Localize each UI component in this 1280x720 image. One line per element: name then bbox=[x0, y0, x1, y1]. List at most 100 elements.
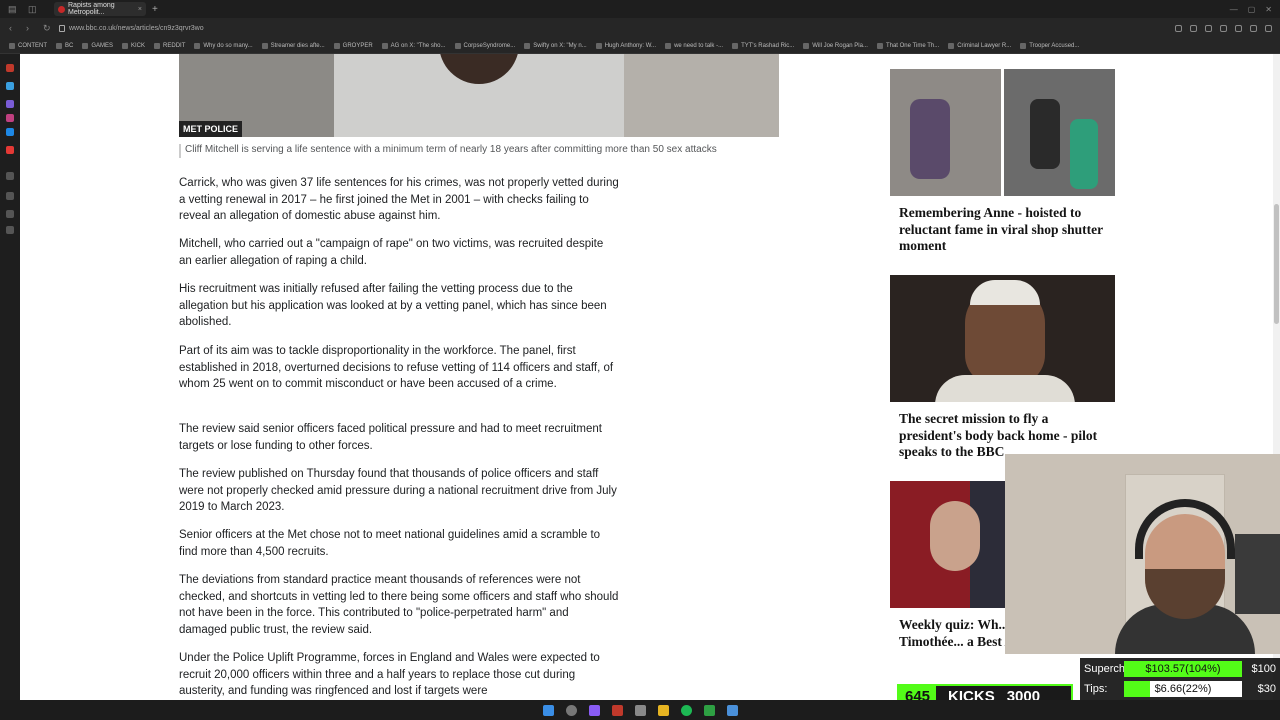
menu-icon[interactable] bbox=[1265, 24, 1272, 32]
bookmark-item[interactable]: REDDIT bbox=[154, 42, 186, 49]
sidebar-app-icon[interactable] bbox=[6, 114, 14, 122]
bookmark-label: BC bbox=[65, 42, 74, 49]
bookmark-favicon-icon bbox=[122, 42, 129, 49]
webcam-overlay bbox=[1005, 454, 1280, 654]
scrollbar-thumb[interactable] bbox=[1274, 204, 1279, 324]
bookmark-favicon-icon bbox=[381, 42, 388, 49]
bookmark-item[interactable]: Streamer dies afte... bbox=[261, 42, 325, 49]
bookmark-label: GAMES bbox=[91, 42, 114, 49]
url-field[interactable]: www.bbc.co.uk/news/articles/cn9z3qrvr3wo bbox=[59, 24, 204, 32]
article-paragraph: The review published on Thursday found t… bbox=[179, 468, 617, 513]
bookmark-item[interactable]: Trooper Accused... bbox=[1020, 42, 1080, 49]
sidebar-app-icon[interactable] bbox=[6, 172, 14, 180]
related-story-title[interactable]: Remembering Anne - hoisted to reluctant … bbox=[890, 196, 1115, 255]
bookmark-item[interactable]: Criminal Lawyer R... bbox=[948, 42, 1011, 49]
sidebar-app-icon[interactable] bbox=[6, 226, 14, 234]
close-window-icon[interactable]: ✕ bbox=[1265, 5, 1272, 14]
close-tab-icon[interactable]: × bbox=[138, 6, 142, 13]
bookmark-favicon-icon bbox=[154, 42, 161, 49]
maximize-icon[interactable]: ▢ bbox=[1248, 5, 1256, 14]
bookmark-item[interactable]: GAMES bbox=[82, 42, 114, 49]
file-explorer-icon[interactable] bbox=[657, 704, 669, 716]
reload-icon[interactable]: ↻ bbox=[43, 23, 51, 34]
bookmark-item[interactable]: CorpseSyndrome... bbox=[454, 42, 515, 49]
forward-icon[interactable]: › bbox=[26, 23, 34, 33]
app-icon[interactable] bbox=[703, 704, 715, 716]
bookmark-favicon-icon bbox=[595, 42, 602, 49]
bookmark-label: GROYPER bbox=[342, 42, 373, 49]
new-tab-icon[interactable]: + bbox=[152, 4, 158, 15]
bookmark-item[interactable]: Why do so many... bbox=[194, 42, 253, 49]
goal-row: Superchats: $103.57(104%) $100 bbox=[1080, 660, 1280, 678]
bookmark-favicon-icon bbox=[1020, 42, 1027, 49]
bookmark-favicon-icon bbox=[665, 42, 672, 49]
address-bar: ‹ › ↻ www.bbc.co.uk/news/articles/cn9z3q… bbox=[0, 18, 1280, 38]
sidebar-app-icon[interactable] bbox=[6, 64, 14, 72]
tab-list-icon[interactable]: ◫ bbox=[28, 4, 40, 14]
related-story-image bbox=[890, 69, 1115, 196]
bookmark-item[interactable]: we need to talk -... bbox=[665, 42, 724, 49]
bookmark-item[interactable]: Will Joe Rogan Pla... bbox=[803, 42, 868, 49]
windows-start-icon[interactable] bbox=[542, 704, 554, 716]
screenshot-icon[interactable] bbox=[1205, 24, 1212, 32]
bookmark-favicon-icon bbox=[9, 42, 15, 49]
bookmark-label: Hugh Anthony: W... bbox=[604, 42, 657, 49]
sidebar-app-icon[interactable] bbox=[6, 128, 14, 136]
extensions-icon[interactable] bbox=[1235, 24, 1242, 32]
bookmark-favicon-icon bbox=[876, 42, 883, 49]
article-paragraph: The review said senior officers faced po… bbox=[179, 423, 602, 452]
bookmark-item[interactable]: TYT's Rashad Ric... bbox=[732, 42, 795, 49]
search-icon[interactable] bbox=[565, 704, 577, 716]
article-image: MET POLICE bbox=[179, 54, 779, 137]
goal-row: Tips: $6.66(22%) $30 bbox=[1080, 680, 1280, 698]
sidebar-app-icon[interactable] bbox=[6, 82, 14, 90]
bookmark-item[interactable]: GROYPER bbox=[333, 42, 373, 49]
app-icon[interactable] bbox=[611, 704, 623, 716]
spotify-icon[interactable] bbox=[680, 704, 692, 716]
goal-label: Superchats: bbox=[1084, 663, 1143, 675]
browser-app-icon[interactable] bbox=[588, 704, 600, 716]
download-icon[interactable] bbox=[1250, 24, 1257, 32]
sidebar-app-icon[interactable] bbox=[6, 192, 14, 200]
related-story-image bbox=[890, 275, 1115, 402]
article-paragraph: His recruitment was initially refused af… bbox=[179, 283, 607, 328]
reader-icon[interactable] bbox=[1175, 24, 1182, 32]
sidebar-app-icon[interactable] bbox=[6, 146, 14, 154]
goal-label: Tips: bbox=[1084, 683, 1108, 695]
bookmark-item[interactable]: AG on X: "The sho... bbox=[381, 42, 446, 49]
browser-sidebar bbox=[0, 54, 20, 700]
active-tab[interactable]: Rapists among Metropolit... × bbox=[54, 2, 146, 16]
bookmark-item[interactable]: Swifty on X: "My n... bbox=[524, 42, 587, 49]
related-story-card[interactable]: The secret mission to fly a president's … bbox=[890, 275, 1115, 461]
url-text: www.bbc.co.uk/news/articles/cn9z3qrvr3wo bbox=[69, 24, 204, 32]
back-icon[interactable]: ‹ bbox=[9, 23, 17, 33]
bookmark-label: TYT's Rashad Ric... bbox=[741, 42, 795, 49]
goal-value: $6.66(22%) bbox=[1154, 683, 1212, 695]
bookmark-label: we need to talk -... bbox=[674, 42, 724, 49]
bookmark-item[interactable]: CONTENT bbox=[9, 42, 47, 49]
bookmark-icon[interactable] bbox=[1220, 24, 1227, 32]
zoom-icon[interactable] bbox=[1190, 24, 1197, 32]
bookmark-label: REDDIT bbox=[163, 42, 186, 49]
minimize-icon[interactable]: — bbox=[1230, 5, 1238, 14]
article-paragraph: Mitchell, who carried out a "campaign of… bbox=[179, 238, 604, 267]
bookmark-favicon-icon bbox=[333, 42, 340, 49]
bookmark-label: KICK bbox=[131, 42, 146, 49]
bookmark-favicon-icon bbox=[948, 42, 955, 49]
bookmark-item[interactable]: That One Time Th... bbox=[876, 42, 939, 49]
steam-icon[interactable] bbox=[726, 704, 738, 716]
bookmark-label: Trooper Accused... bbox=[1029, 42, 1080, 49]
sidebar-app-icon[interactable] bbox=[6, 100, 14, 108]
sidebar-app-icon[interactable] bbox=[6, 210, 14, 218]
related-story-card[interactable]: Remembering Anne - hoisted to reluctant … bbox=[890, 69, 1115, 255]
bookmark-label: Swifty on X: "My n... bbox=[533, 42, 587, 49]
bookmark-label: Will Joe Rogan Pla... bbox=[812, 42, 868, 49]
goal-target: $30 bbox=[1257, 683, 1276, 695]
bookmark-item[interactable]: Hugh Anthony: W... bbox=[595, 42, 657, 49]
bookmark-item[interactable]: BC bbox=[56, 42, 74, 49]
workspace-icon[interactable]: ▤ bbox=[8, 4, 20, 14]
app-icon[interactable] bbox=[634, 704, 646, 716]
bookmark-item[interactable]: KICK bbox=[122, 42, 146, 49]
related-story-title[interactable]: The secret mission to fly a president's … bbox=[890, 402, 1115, 461]
image-caption: Cliff Mitchell is serving a life sentenc… bbox=[185, 144, 717, 155]
